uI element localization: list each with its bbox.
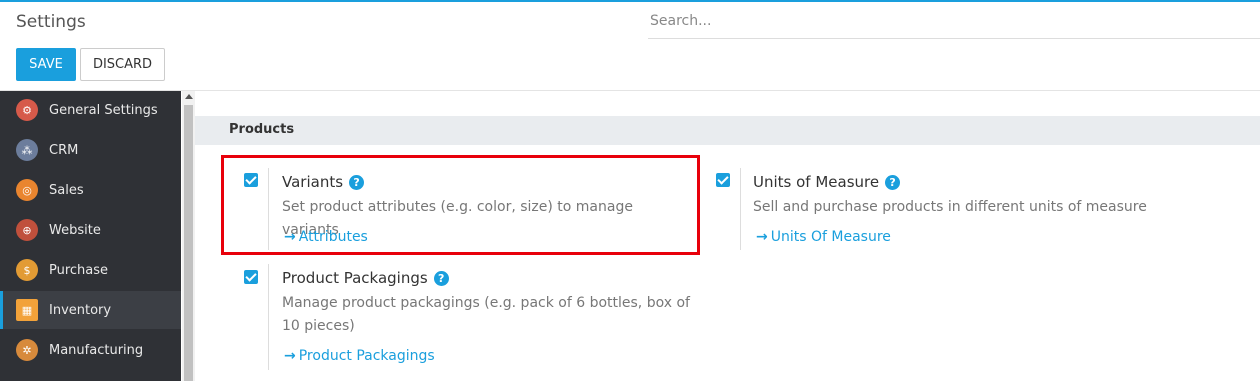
link-label: Product Packagings: [298, 348, 435, 364]
sidebar-item-general-settings[interactable]: ⚙ General Settings: [0, 91, 181, 129]
link-label: Units Of Measure: [770, 229, 891, 245]
scroll-thumb[interactable]: [184, 105, 193, 381]
discard-button[interactable]: DISCARD: [80, 48, 165, 81]
sidebar-item-label: Inventory: [49, 302, 112, 318]
product-packagings-checkbox[interactable]: [244, 270, 258, 284]
help-icon[interactable]: ?: [885, 175, 901, 190]
setting-divider: [268, 264, 269, 370]
units-of-measure-title: Units of Measure?: [753, 173, 901, 191]
units-of-measure-checkbox[interactable]: [716, 173, 730, 187]
section-title: Products: [229, 122, 295, 137]
crm-icon: ⁂: [16, 139, 38, 161]
section-header: Products: [195, 116, 1260, 145]
units-of-measure-link[interactable]: → Units Of Measure: [756, 229, 891, 245]
inventory-icon: ▦: [16, 299, 38, 321]
product-packagings-title: Product Packagings?: [282, 269, 449, 287]
save-button[interactable]: SAVE: [16, 48, 76, 81]
help-icon[interactable]: ?: [433, 271, 449, 286]
sidebar-item-label: Website: [49, 222, 101, 238]
sidebar-item-purchase[interactable]: $ Purchase: [0, 251, 181, 289]
sidebar-scrollbar[interactable]: [182, 91, 195, 381]
search-input[interactable]: [648, 4, 1260, 39]
sidebar-item-label: Sales: [49, 182, 84, 198]
sidebar-item-inventory[interactable]: ▦ Inventory: [0, 291, 181, 329]
app-sidebar: ⚙ General Settings ⁂ CRM ◎ Sales ⊕ Websi…: [0, 91, 181, 381]
product-packagings-link[interactable]: → Product Packagings: [284, 348, 435, 364]
sidebar-item-label: Purchase: [49, 262, 109, 278]
sidebar-item-label: CRM: [49, 142, 79, 158]
scroll-up-arrow-icon[interactable]: [185, 94, 193, 99]
sales-icon: ◎: [16, 179, 38, 201]
sidebar-item-label: Manufacturing: [49, 342, 144, 358]
sidebar-item-crm[interactable]: ⁂ CRM: [0, 131, 181, 169]
product-packagings-description: Manage product packagings (e.g. pack of …: [282, 295, 690, 334]
sidebar-item-manufacturing[interactable]: ✲ Manufacturing: [0, 331, 181, 369]
highlight-box: [221, 155, 700, 255]
sidebar-item-label: General Settings: [49, 102, 158, 118]
website-icon: ⊕: [16, 219, 38, 241]
purchase-icon: $: [16, 259, 38, 281]
page-title: Settings: [16, 12, 86, 32]
setting-title-text: Product Packagings: [282, 269, 428, 287]
manufacturing-icon: ✲: [16, 339, 38, 361]
setting-title-text: Units of Measure: [753, 173, 880, 191]
arrow-right-icon: →: [756, 229, 768, 245]
sidebar-item-sales[interactable]: ◎ Sales: [0, 171, 181, 209]
top-accent-line: [0, 0, 1260, 2]
sidebar-item-website[interactable]: ⊕ Website: [0, 211, 181, 249]
setting-divider: [740, 168, 741, 250]
units-of-measure-description: Sell and purchase products in different …: [753, 199, 1147, 215]
arrow-right-icon: →: [284, 348, 296, 364]
general-settings-icon: ⚙: [16, 99, 38, 121]
